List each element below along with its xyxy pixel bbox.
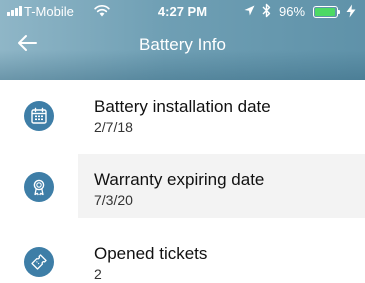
battery-level-fill bbox=[315, 8, 336, 16]
item-title: Battery installation date bbox=[94, 97, 271, 116]
battery-icon bbox=[313, 6, 341, 18]
bluetooth-icon bbox=[262, 3, 271, 18]
list-item-installation-date[interactable]: Battery installation date 2/7/18 bbox=[0, 80, 365, 148]
page-title: Battery Info bbox=[139, 35, 226, 54]
list-item-warranty-date[interactable]: Warranty expiring date 7/3/20 bbox=[0, 148, 365, 218]
status-bar: T-Mobile 4:27 PM 96% bbox=[0, 0, 365, 22]
item-title: Warranty expiring date bbox=[94, 170, 265, 189]
clock: 4:27 PM bbox=[157, 4, 208, 19]
navigation-bar: Battery Info bbox=[0, 22, 365, 80]
item-value: 7/3/20 bbox=[94, 192, 133, 208]
battery-percent: 96% bbox=[279, 4, 306, 19]
list-item-opened-tickets[interactable]: Opened tickets 2 bbox=[0, 218, 365, 283]
item-title: Opened tickets bbox=[94, 244, 208, 263]
item-value: 2/7/18 bbox=[94, 119, 133, 135]
header: T-Mobile 4:27 PM 96% Battery Info bbox=[0, 0, 365, 80]
location-arrow-icon bbox=[244, 5, 255, 16]
calendar-icon bbox=[24, 101, 54, 131]
award-ribbon-icon bbox=[24, 172, 54, 202]
ticket-icon bbox=[24, 247, 54, 277]
charging-bolt-icon bbox=[346, 4, 356, 18]
item-value: 2 bbox=[94, 266, 102, 282]
battery-info-list: Battery installation date 2/7/18 Warrant… bbox=[0, 80, 365, 283]
